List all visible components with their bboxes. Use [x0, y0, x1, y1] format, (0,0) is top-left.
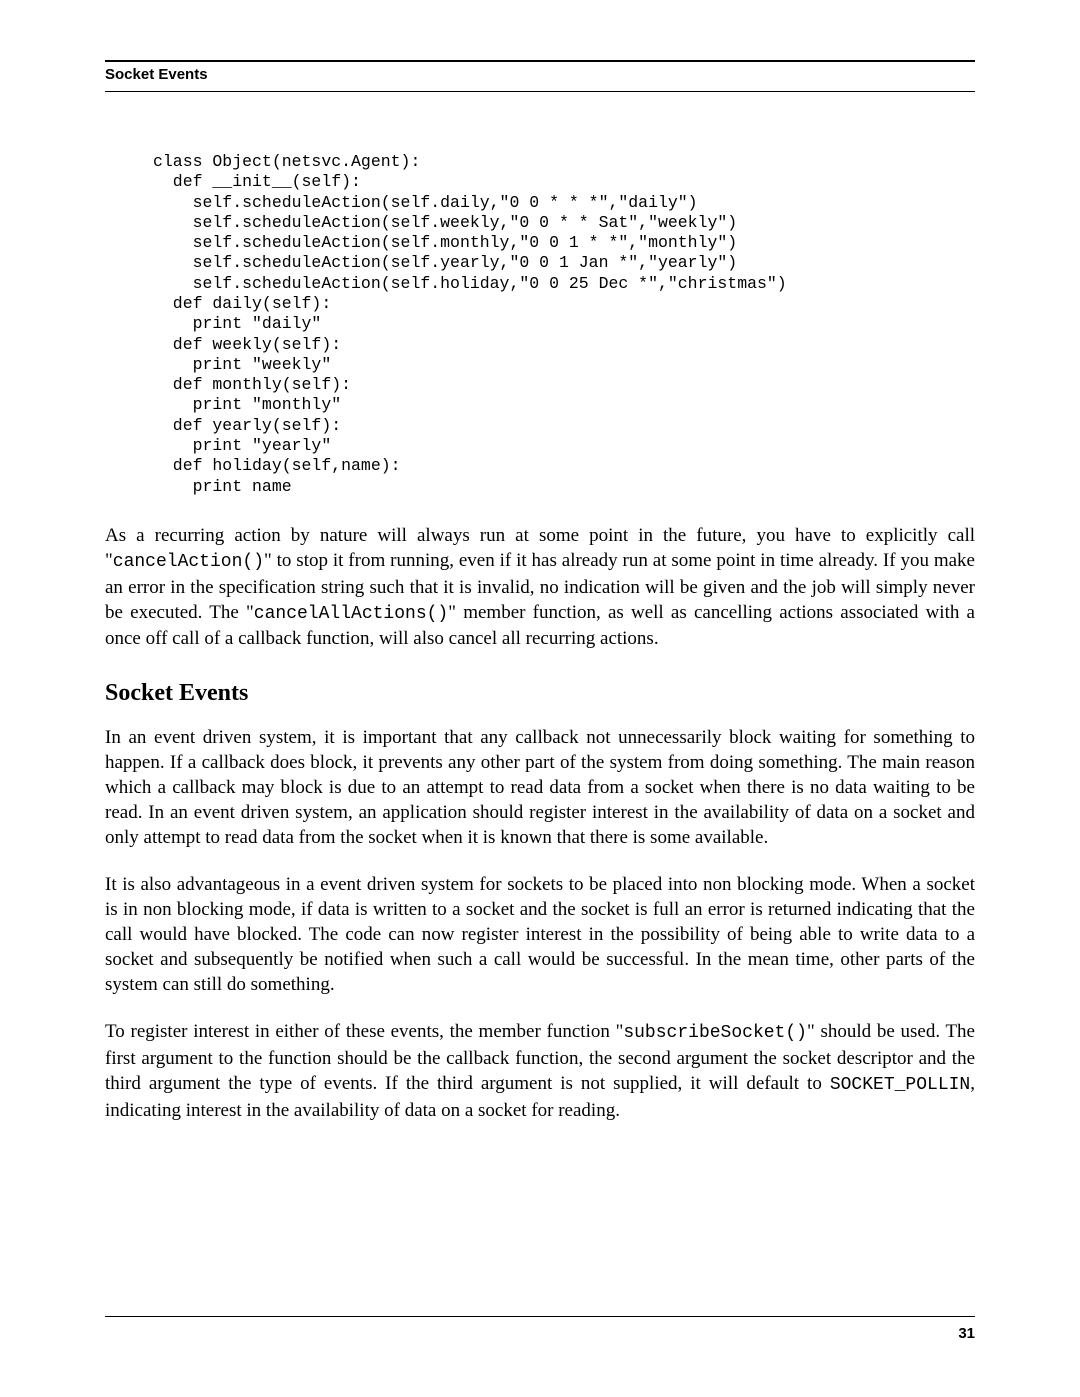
paragraph-subscribe-socket: To register interest in either of these …	[105, 1019, 975, 1123]
paragraph-event-driven-intro: In an event driven system, it is importa…	[105, 725, 975, 850]
code-block: class Object(netsvc.Agent): def __init__…	[105, 152, 975, 497]
page: Socket Events class Object(netsvc.Agent)…	[0, 0, 1080, 1397]
paragraph-non-blocking: It is also advantageous in a event drive…	[105, 872, 975, 997]
footer-rule	[105, 1316, 975, 1317]
section-heading-socket-events: Socket Events	[105, 680, 975, 707]
running-header: Socket Events	[105, 66, 975, 83]
inline-code-subscribe-socket: subscribeSocket()	[623, 1023, 807, 1043]
header-rule-bottom	[105, 91, 975, 92]
inline-code-socket-pollin: SOCKET_POLLIN	[830, 1075, 970, 1095]
footer: 31	[105, 1316, 975, 1342]
inline-code-cancel-all-actions: cancelAllActions()	[254, 604, 448, 624]
header-rule-top	[105, 60, 975, 62]
text-fragment: To register interest in either of these …	[105, 1021, 623, 1042]
page-number: 31	[105, 1325, 975, 1342]
inline-code-cancel-action: cancelAction()	[113, 552, 264, 572]
paragraph-recurring-action: As a recurring action by nature will alw…	[105, 523, 975, 652]
